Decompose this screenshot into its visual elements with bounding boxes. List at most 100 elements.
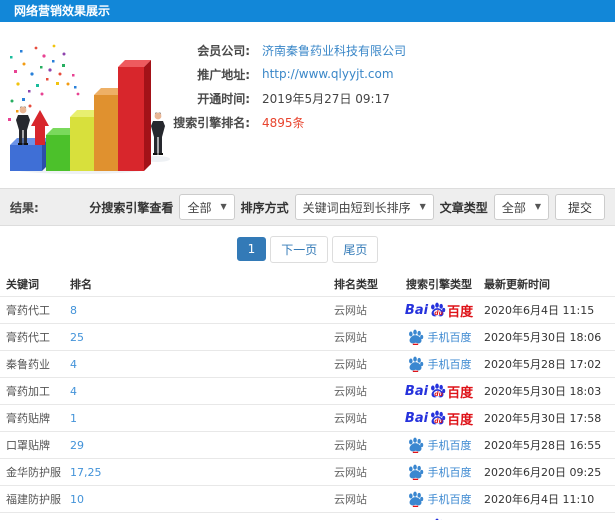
svg-text:du: du: [434, 418, 443, 425]
page-1-button[interactable]: 1: [236, 237, 267, 261]
rank-type-cell: 云网站: [334, 493, 367, 506]
promo-url-label: 推广地址:: [197, 67, 250, 82]
rank-type-cell: 云网站: [334, 385, 367, 398]
rank-link[interactable]: 29: [70, 439, 84, 452]
keyword-cell: 膏药代工: [6, 304, 50, 317]
keyword-cell: 膏药代工: [6, 331, 50, 344]
keyword-cell: 膏药贴牌: [6, 412, 50, 425]
baidu-paw-icon: [408, 356, 423, 372]
bar-red: [118, 60, 151, 171]
next-page-button[interactable]: 下一页: [270, 235, 329, 263]
rank-link[interactable]: 4: [70, 385, 77, 398]
info-section: 会员公司: 济南秦鲁药业科技有限公司 推广地址: http://www.qlyy…: [0, 22, 615, 188]
member-info: 会员公司: 济南秦鲁药业科技有限公司 推广地址: http://www.qlyy…: [158, 38, 608, 134]
engine-cell: Baidu百度: [394, 301, 484, 320]
mobile-baidu-logo: 手机百度: [407, 464, 472, 480]
caret-down-icon: ▼: [534, 202, 541, 211]
engine-cell: 手机百度: [394, 437, 484, 453]
engine-cell: 手机百度: [394, 356, 484, 372]
rank-link[interactable]: 8: [70, 304, 77, 317]
table-row: Baidu百度: [0, 512, 615, 520]
col-keyword: 关键词: [6, 278, 39, 291]
last-page-button[interactable]: 尾页: [332, 235, 379, 263]
member-company-link[interactable]: 济南秦鲁药业科技有限公司: [262, 42, 406, 59]
table-row: 膏药贴牌 1 云网站 Bai du 百度 2020年5月30日 17:58: [0, 404, 615, 431]
rank-link[interactable]: 4: [70, 358, 77, 371]
table-row: 膏药加工 4 云网站 Bai du 百度 2020年5月30日 18:03: [0, 377, 615, 404]
article-type-label: 文章类型: [439, 200, 488, 215]
caret-down-icon: ▼: [419, 202, 426, 211]
sort-filter-label: 排序方式: [240, 200, 289, 215]
rank-type-cell: 云网站: [334, 412, 367, 425]
engine-filter-label: 分搜索引擎查看: [89, 200, 174, 215]
baidu-paw-icon: du: [431, 383, 446, 398]
article-type-select[interactable]: 全部 ▼: [493, 194, 549, 220]
ranking-count-label: 搜索引擎排名:: [173, 115, 250, 130]
member-company-label: 会员公司:: [197, 43, 250, 58]
rank-type-cell: 云网站: [334, 466, 367, 479]
col-rank-type: 排名类型: [334, 278, 378, 291]
baidu-logo: Baidu百度: [404, 383, 474, 401]
baidu-paw-icon: du: [431, 302, 446, 317]
mobile-baidu-logo: 手机百度: [407, 356, 472, 372]
result-label: 结果:: [10, 200, 39, 215]
rankings-table: 关键词 排名 排名类型 搜索引擎类型 最新更新时间 膏药代工 8 云网站 Bai…: [0, 272, 615, 520]
updated-cell: 2020年5月28日 16:55: [484, 439, 602, 452]
keyword-cell: 口罩贴牌: [6, 439, 50, 452]
baidu-paw-icon: [408, 329, 423, 345]
updated-cell: 2020年6月20日 09:25: [484, 466, 602, 479]
rank-type-cell: 云网站: [334, 304, 367, 317]
table-row: 福建防护服 10 云网站 手机百度 2020年6月4日 11:10: [0, 485, 615, 512]
ranking-count-value: 4895条: [262, 115, 305, 130]
engine-cell: 手机百度: [394, 491, 484, 507]
mobile-baidu-logo: 手机百度: [407, 491, 472, 507]
engine-filter-select[interactable]: 全部 ▼: [179, 194, 235, 220]
engine-cell: 手机百度: [394, 329, 484, 345]
table-row: 膏药代工 8 云网站 Bai du 百度 2020年6月4日 11:15: [0, 296, 615, 323]
engine-cell: Baidu百度: [394, 382, 484, 401]
bar-chart-illustration: [8, 44, 170, 174]
submit-button[interactable]: 提交: [554, 194, 605, 220]
baidu-paw-icon: du: [431, 410, 446, 425]
col-updated: 最新更新时间: [484, 278, 550, 291]
rank-link[interactable]: 17,25: [70, 466, 102, 479]
engine-cell: Baidu百度: [394, 517, 484, 520]
col-rank: 排名: [70, 278, 92, 291]
baidu-paw-icon: [408, 491, 423, 507]
rank-link[interactable]: 25: [70, 331, 84, 344]
table-row: 膏药代工 25 云网站 手机百度 2020年5月30日 18:06: [0, 323, 615, 350]
baidu-logo: Baidu百度: [404, 410, 474, 428]
mobile-baidu-logo: 手机百度: [407, 437, 472, 453]
svg-text:du: du: [434, 391, 443, 398]
table-body: 膏药代工 8 云网站 Bai du 百度 2020年6月4日 11:15 膏药代工 …: [0, 296, 615, 520]
keyword-cell: 膏药加工: [6, 385, 50, 398]
pagination: 1 下一页 尾页: [0, 226, 615, 272]
updated-cell: 2020年6月4日 11:15: [484, 304, 595, 317]
table-row: 口罩贴牌 29 云网站 手机百度 2020年5月28日 16:55: [0, 431, 615, 458]
baidu-paw-icon: [408, 464, 423, 480]
confetti-decoration: [8, 44, 80, 121]
rank-link[interactable]: 1: [70, 412, 77, 425]
baidu-logo: Baidu百度: [404, 302, 474, 320]
open-time-value: 2019年5月27日 09:17: [262, 91, 390, 106]
engine-cell: Baidu百度: [394, 409, 484, 428]
keyword-cell: 秦鲁药业: [6, 358, 50, 371]
engine-cell: 手机百度: [394, 464, 484, 480]
table-row: 金华防护服 17,25 云网站 手机百度 2020年6月20日 09:25: [0, 458, 615, 485]
keyword-cell: 金华防护服: [6, 466, 61, 479]
updated-cell: 2020年5月28日 17:02: [484, 358, 602, 371]
updated-cell: 2020年5月30日 18:06: [484, 331, 602, 344]
baidu-logo: Baidu百度: [405, 517, 473, 520]
svg-text:du: du: [434, 310, 443, 317]
mobile-baidu-logo: 手机百度: [407, 329, 472, 345]
updated-cell: 2020年5月30日 18:03: [484, 385, 602, 398]
rank-link[interactable]: 10: [70, 493, 84, 506]
keyword-cell: 福建防护服: [6, 493, 61, 506]
sort-filter-select[interactable]: 关键词由短到长排序 ▼: [294, 194, 434, 220]
filter-bar: 结果: 分搜索引擎查看 全部 ▼ 排序方式 关键词由短到长排序 ▼ 文章类型 全…: [0, 188, 615, 226]
promo-url-link[interactable]: http://www.qlyyjt.com: [262, 67, 394, 81]
page-title: 网络营销效果展示: [0, 0, 615, 22]
table-header-row: 关键词 排名 排名类型 搜索引擎类型 最新更新时间: [0, 272, 615, 296]
table-row: 秦鲁药业 4 云网站 手机百度 2020年5月28日 17:02: [0, 350, 615, 377]
updated-cell: 2020年5月30日 17:58: [484, 412, 602, 425]
